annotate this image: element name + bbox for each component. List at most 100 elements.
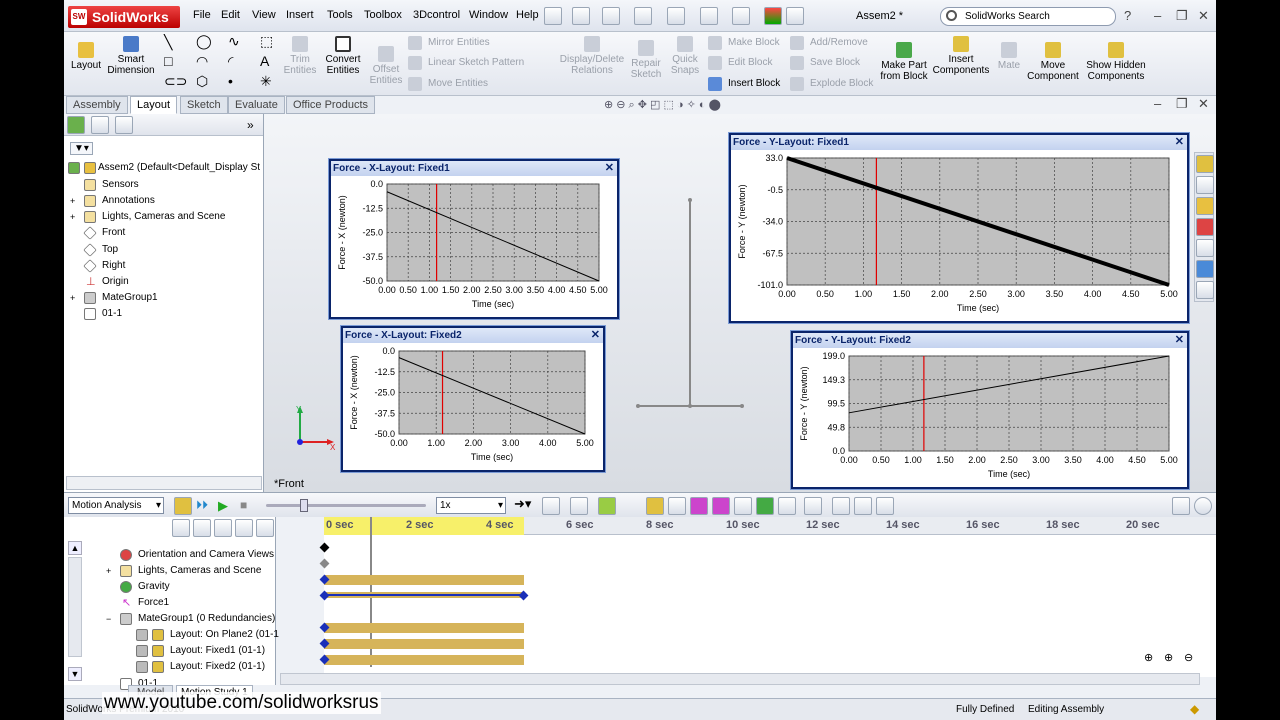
- motion-study-properties-icon[interactable]: [804, 497, 822, 515]
- make-part-from-block-button[interactable]: Make Part from Block: [880, 42, 928, 82]
- feature-tree-icon[interactable]: [67, 116, 85, 134]
- tree-horizontal-scrollbar[interactable]: [66, 476, 262, 490]
- expand-chevron-icon[interactable]: »: [247, 118, 254, 132]
- tree-item-front[interactable]: Front: [83, 226, 125, 240]
- timeline-horizontal-scrollbar[interactable]: [280, 673, 1200, 685]
- save-block-button[interactable]: Save Block: [790, 55, 860, 71]
- expand-plus-icon[interactable]: +: [106, 564, 111, 578]
- chart-panel-fy-fixed1[interactable]: Force - Y-Layout: Fixed1 ✕ 0.00 0.50 1.00 1.…: [729, 133, 1189, 323]
- toggle-panel-icon[interactable]: [1172, 497, 1190, 515]
- collapse-chevron-icon[interactable]: [1194, 497, 1212, 515]
- property-manager-icon[interactable]: [91, 116, 109, 134]
- play-from-start-icon[interactable]: ⏵⏵: [196, 498, 208, 513]
- layout-sketch[interactable]: [624, 194, 744, 414]
- close-icon[interactable]: ✕: [1175, 135, 1184, 150]
- doc-minimize-icon[interactable]: –: [1154, 96, 1161, 111]
- playback-speed-slider[interactable]: [266, 499, 426, 512]
- damper-icon[interactable]: [690, 497, 708, 515]
- search-input[interactable]: SolidWorks Search: [940, 7, 1116, 26]
- menu-help[interactable]: Help: [516, 9, 539, 21]
- linear-sketch-pattern-button[interactable]: Linear Sketch Pattern: [408, 55, 524, 71]
- circle-icon[interactable]: ◯: [196, 33, 212, 50]
- scroll-down-icon[interactable]: ▼: [68, 667, 82, 681]
- zoom-out-icon[interactable]: ⊖: [1184, 651, 1193, 664]
- chart-panel-fx-fixed1[interactable]: Force - X-Layout: Fixed1 ✕ 0.00 0.50 1.00 1.…: [329, 159, 619, 319]
- restore-icon[interactable]: ❐: [1176, 8, 1188, 24]
- zoom-fit-icon[interactable]: ⊕: [1144, 651, 1153, 664]
- slot-icon[interactable]: ⊂⊃: [164, 73, 187, 90]
- gravity-icon[interactable]: [756, 497, 774, 515]
- menu-3dcontrol[interactable]: 3Dcontrol: [413, 9, 460, 21]
- tab-evaluate[interactable]: Evaluate: [228, 96, 285, 114]
- quick-snaps-button[interactable]: Quick Snaps: [668, 36, 702, 76]
- rebuild-icon[interactable]: [764, 7, 782, 25]
- tree-item-annotations[interactable]: + Annotations: [68, 194, 155, 208]
- view-palette-icon[interactable]: [1196, 239, 1214, 257]
- filter-icon[interactable]: [172, 519, 190, 537]
- dimension-icon[interactable]: ⬚: [260, 33, 273, 50]
- arc-icon[interactable]: ◠: [196, 53, 208, 70]
- point-icon[interactable]: •: [228, 73, 233, 89]
- close-icon[interactable]: ✕: [1175, 333, 1184, 348]
- spring-icon[interactable]: [668, 497, 686, 515]
- rectangle-icon[interactable]: □: [164, 53, 172, 69]
- insert-components-button[interactable]: Insert Components: [930, 36, 992, 76]
- expand-plus-icon[interactable]: +: [70, 291, 75, 305]
- motion-item-layout-fixed1[interactable]: Layout: Fixed1 (01-1): [136, 644, 265, 658]
- doc-restore-icon[interactable]: ❐: [1176, 96, 1188, 112]
- centerline-icon[interactable]: ✳: [260, 73, 272, 90]
- minimize-icon[interactable]: –: [1154, 8, 1161, 23]
- fillet-icon[interactable]: ◜: [228, 53, 233, 70]
- edit-block-button[interactable]: Edit Block: [708, 55, 772, 71]
- filter-results-icon[interactable]: [256, 519, 274, 537]
- spline-icon[interactable]: ∿: [228, 33, 240, 50]
- time-ruler[interactable]: 0 sec 2 sec 4 sec 6 sec 8 sec 10 sec 12 sec 14 …: [324, 517, 1216, 535]
- force-icon[interactable]: [712, 497, 730, 515]
- select-arrow-icon[interactable]: [732, 7, 750, 25]
- solidworks-logo[interactable]: SW SolidWorks: [68, 6, 180, 28]
- tree-item-right[interactable]: Right: [83, 259, 125, 273]
- filter-icon[interactable]: ▼▾: [70, 142, 93, 155]
- undo-icon[interactable]: [700, 7, 718, 25]
- paste-icon[interactable]: [876, 497, 894, 515]
- make-block-button[interactable]: Make Block: [708, 35, 780, 51]
- chart-panel-fy-fixed2[interactable]: Force - Y-Layout: Fixed2 ✕ 0.00 0.50 1.00 1.…: [791, 331, 1189, 489]
- search-results-icon[interactable]: [1196, 218, 1214, 236]
- layout-button[interactable]: Layout: [68, 42, 104, 71]
- tab-sketch[interactable]: Sketch: [180, 96, 228, 114]
- appearances-icon[interactable]: [1196, 260, 1214, 278]
- playback-mode-icon[interactable]: ➜▾: [514, 496, 531, 512]
- close-icon[interactable]: ✕: [605, 161, 614, 176]
- tree-item-01-1[interactable]: 01-1: [84, 307, 122, 321]
- rebuild-status-icon[interactable]: ◆: [1190, 702, 1199, 716]
- tree-item-sensors[interactable]: Sensors: [84, 178, 139, 192]
- line-icon[interactable]: ╲: [164, 34, 172, 51]
- home-icon[interactable]: [1196, 155, 1214, 173]
- menu-toolbox[interactable]: Toolbox: [364, 9, 402, 21]
- repair-sketch-button[interactable]: Repair Sketch: [628, 40, 664, 80]
- print-icon[interactable]: [667, 7, 685, 25]
- motor-icon[interactable]: [646, 497, 664, 515]
- keypoint[interactable]: [518, 590, 529, 601]
- chart-panel-fx-fixed2[interactable]: Force - X-Layout: Fixed2 ✕ 0.00 1.00 2.00 3.…: [341, 326, 605, 472]
- motion-item-force1[interactable]: ↖ Force1: [120, 596, 169, 610]
- tree-item-assem2[interactable]: Assem2 (Default<Default_Display St: [68, 161, 260, 175]
- tree-item-top[interactable]: Top: [83, 243, 118, 257]
- calculate-icon[interactable]: [174, 497, 192, 515]
- results-plots-icon[interactable]: [778, 497, 796, 515]
- show-hidden-components-button[interactable]: Show Hidden Components: [1086, 42, 1146, 82]
- open-folder-icon[interactable]: [602, 7, 620, 25]
- motion-item-mategroup1[interactable]: − MateGroup1 (0 Redundancies): [106, 612, 275, 626]
- timeline-area[interactable]: 0 sec 2 sec 4 sec 6 sec 8 sec 10 sec 12 sec 14 …: [319, 517, 1216, 677]
- filter-selected-icon[interactable]: [235, 519, 253, 537]
- motion-item-orientation[interactable]: Orientation and Camera Views: [120, 548, 274, 562]
- scroll-up-icon[interactable]: ▲: [68, 541, 82, 555]
- motion-tree-scrollbar[interactable]: [68, 557, 82, 657]
- polygon-icon[interactable]: ⬡: [196, 73, 208, 90]
- text-icon[interactable]: A: [260, 53, 269, 69]
- zoom-in-icon[interactable]: ⊕: [1164, 651, 1173, 664]
- smart-dimension-button[interactable]: Smart Dimension: [106, 36, 156, 76]
- expand-plus-icon[interactable]: +: [70, 194, 75, 208]
- menu-insert[interactable]: Insert: [286, 9, 314, 21]
- tab-assembly[interactable]: Assembly: [66, 96, 128, 114]
